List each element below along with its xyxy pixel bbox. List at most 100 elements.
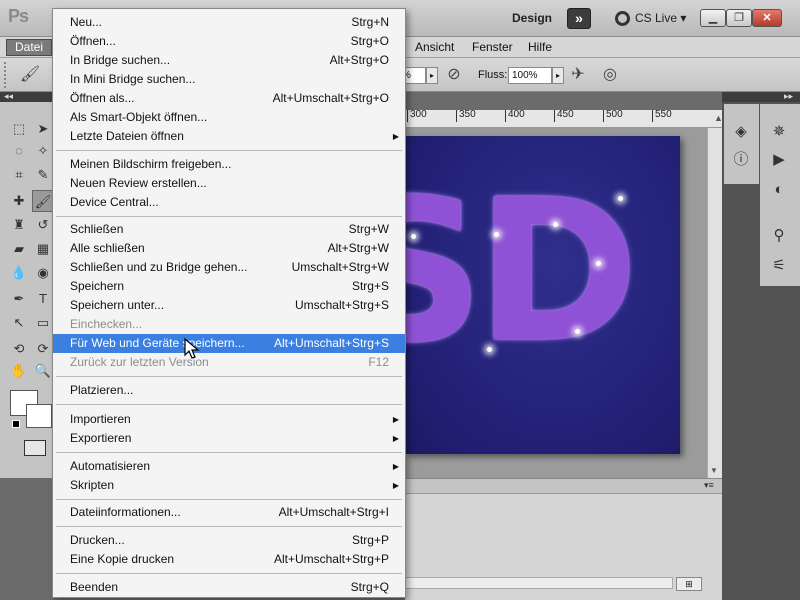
type-tool-icon[interactable]: T bbox=[32, 288, 54, 310]
flow-arrow-icon[interactable]: ▸ bbox=[552, 67, 564, 84]
cs-live-button[interactable]: CS Live ▾ bbox=[635, 11, 686, 25]
flow-field[interactable]: 100% bbox=[508, 67, 552, 84]
menu-item-label: Schließen und zu Bridge gehen... bbox=[70, 260, 248, 274]
menu-item-mini-bridge[interactable]: In Mini Bridge suchen... bbox=[53, 70, 405, 89]
hand-tool-icon[interactable]: ✋ bbox=[8, 360, 30, 382]
clone-source-icon[interactable]: ⚲ bbox=[764, 224, 794, 248]
menu-ansicht[interactable]: Ansicht bbox=[415, 40, 454, 54]
zoom-tool-icon[interactable]: 🔍 bbox=[32, 360, 54, 382]
eyedropper-icon[interactable]: ✎ bbox=[32, 164, 54, 186]
blur-icon[interactable]: 💧 bbox=[8, 262, 30, 284]
opacity-arrow-icon[interactable]: ▸ bbox=[426, 67, 438, 84]
pressure-opacity-icon[interactable]: ⊘ bbox=[442, 63, 466, 87]
menu-item-neu[interactable]: Neu... Strg+N bbox=[53, 13, 405, 32]
menu-item-beenden[interactable]: Beenden Strg+Q bbox=[53, 578, 405, 597]
menu-item-importieren[interactable]: Importieren ▶ bbox=[53, 410, 405, 429]
scroll-down-icon[interactable]: ▼ bbox=[710, 466, 718, 475]
healing-brush-icon[interactable]: ✚ bbox=[8, 190, 30, 212]
collapse-right-icon[interactable]: ▸▸ bbox=[784, 91, 793, 102]
dodge-icon[interactable]: ◉ bbox=[32, 262, 54, 284]
menu-item-letzte-dateien[interactable]: Letzte Dateien öffnen ▶ bbox=[53, 127, 405, 146]
maximize-button[interactable]: ❐ bbox=[726, 9, 752, 27]
collapse-left-icon[interactable]: ◂◂ bbox=[4, 91, 13, 102]
clone-stamp-icon[interactable]: ♜ bbox=[8, 214, 30, 236]
navigator-panel-icon[interactable]: ✵ bbox=[764, 120, 794, 144]
menu-item-exportieren[interactable]: Exportieren ▶ bbox=[53, 429, 405, 448]
pen-tool-icon[interactable]: ✒ bbox=[8, 288, 30, 310]
menu-item-label: Schließen bbox=[70, 222, 124, 236]
ruler-tick: 550 bbox=[652, 110, 672, 122]
adjustments-panel-icon[interactable]: ◐ bbox=[764, 178, 794, 202]
close-button[interactable]: ✕ bbox=[752, 9, 782, 27]
menu-item-kopie-drucken[interactable]: Eine Kopie drucken Alt+Umschalt+Strg+P bbox=[53, 550, 405, 569]
menu-item-platzieren[interactable]: Platzieren... bbox=[53, 381, 405, 400]
menu-item-drucken[interactable]: Drucken... Strg+P bbox=[53, 531, 405, 550]
menu-item-automatisieren[interactable]: Automatisieren ▶ bbox=[53, 457, 405, 476]
brush-presets-icon[interactable]: ⚟ bbox=[764, 254, 794, 278]
history-brush-icon[interactable]: ↺ bbox=[32, 214, 54, 236]
workspace-expand-button[interactable]: » bbox=[567, 8, 591, 29]
menu-hilfe[interactable]: Hilfe bbox=[528, 40, 552, 54]
menu-item-speichern[interactable]: Speichern Strg+S bbox=[53, 277, 405, 296]
brush-tool-icon[interactable]: 🖌 bbox=[32, 190, 54, 212]
horizontal-ruler: 300 350 400 450 500 550 bbox=[405, 110, 723, 128]
menu-item-schliessen-bridge[interactable]: Schließen und zu Bridge gehen... Umschalt… bbox=[53, 258, 405, 277]
cs-live-icon[interactable] bbox=[615, 11, 630, 26]
3d-orbit-icon[interactable]: ⟳ bbox=[32, 338, 54, 360]
menu-separator bbox=[56, 216, 402, 217]
quick-mask-icon[interactable] bbox=[24, 440, 46, 456]
marquee-tool-icon[interactable]: ⬚ bbox=[8, 118, 30, 140]
info-panel-icon[interactable]: ⓘ bbox=[726, 148, 756, 172]
sparkle bbox=[618, 196, 623, 201]
menu-datei[interactable]: Datei bbox=[6, 39, 52, 56]
menu-item-label: Speichern unter... bbox=[70, 298, 165, 312]
gradient-icon[interactable]: ▦ bbox=[32, 238, 54, 260]
shape-tool-icon[interactable]: ▭ bbox=[32, 312, 54, 334]
panel-menu-icon[interactable]: ▾≡ bbox=[704, 480, 714, 491]
menu-item-shortcut: F12 bbox=[368, 355, 389, 369]
pressure-size-icon[interactable]: ◎ bbox=[598, 63, 622, 87]
move-tool-icon[interactable]: ➤ bbox=[32, 118, 54, 140]
menu-item-fuer-web-speichern[interactable]: Für Web und Geräte speichern... Alt+Umsch… bbox=[53, 334, 405, 353]
menu-item-alle-schliessen[interactable]: Alle schließen Alt+Strg+W bbox=[53, 239, 405, 258]
airbrush-icon[interactable]: ✈ bbox=[566, 63, 590, 87]
menu-item-dateiinformationen[interactable]: Dateiinformationen... Alt+Umschalt+Strg+I bbox=[53, 503, 405, 522]
menu-separator bbox=[56, 573, 402, 574]
default-colors-icon[interactable] bbox=[12, 420, 20, 428]
eraser-icon[interactable]: ▰ bbox=[8, 238, 30, 260]
quick-select-icon[interactable]: ✧ bbox=[32, 140, 54, 162]
menu-item-device-central[interactable]: Device Central... bbox=[53, 193, 405, 212]
menu-item-oeffnen-als[interactable]: Öffnen als... Alt+Umschalt+Strg+O bbox=[53, 89, 405, 108]
horizontal-scrollbar[interactable] bbox=[405, 577, 673, 589]
layers-panel-icon[interactable]: ◈ bbox=[726, 120, 756, 144]
menu-item-label: In Bridge suchen... bbox=[70, 53, 171, 67]
minimize-button[interactable]: ▁ bbox=[700, 9, 726, 27]
menu-separator bbox=[56, 499, 402, 500]
panel-options-icon[interactable]: ⊞ bbox=[676, 577, 702, 591]
menu-item-bildschirm-freigeben[interactable]: Meinen Bildschirm freigeben... bbox=[53, 155, 405, 174]
menu-item-bridge-suchen[interactable]: In Bridge suchen... Alt+Strg+O bbox=[53, 51, 405, 70]
menu-item-schliessen[interactable]: Schließen Strg+W bbox=[53, 220, 405, 239]
ruler-tick: 500 bbox=[603, 110, 623, 122]
menu-item-skripten[interactable]: Skripten ▶ bbox=[53, 476, 405, 495]
menu-item-shortcut: Strg+S bbox=[351, 279, 389, 293]
background-color-swatch[interactable] bbox=[26, 404, 52, 428]
brush-preset-icon[interactable]: 🖌 bbox=[18, 63, 42, 87]
menu-item-speichern-unter[interactable]: Speichern unter... Umschalt+Strg+S bbox=[53, 296, 405, 315]
path-select-icon[interactable]: ↖ bbox=[8, 312, 30, 334]
menu-item-label: Für Web und Geräte speichern... bbox=[70, 336, 245, 350]
menu-item-review-erstellen[interactable]: Neuen Review erstellen... bbox=[53, 174, 405, 193]
menu-item-smart-objekt[interactable]: Als Smart-Objekt öffnen... bbox=[53, 108, 405, 127]
ruler-tick: 450 bbox=[554, 110, 574, 122]
workspace-design-label[interactable]: Design bbox=[512, 11, 552, 25]
menu-item-label: Eine Kopie drucken bbox=[70, 552, 175, 566]
vertical-scrollbar[interactable] bbox=[707, 128, 722, 478]
actions-panel-icon[interactable]: ▶ bbox=[764, 148, 794, 172]
sparkle bbox=[494, 232, 499, 237]
submenu-arrow-icon: ▶ bbox=[392, 462, 399, 471]
crop-tool-icon[interactable]: ⌗ bbox=[8, 164, 30, 186]
lasso-tool-icon[interactable]: ◌ bbox=[8, 140, 30, 162]
3d-rotate-icon[interactable]: ⟲ bbox=[8, 338, 30, 360]
menu-item-oeffnen[interactable]: Öffnen... Strg+O bbox=[53, 32, 405, 51]
menu-fenster[interactable]: Fenster bbox=[472, 40, 513, 54]
